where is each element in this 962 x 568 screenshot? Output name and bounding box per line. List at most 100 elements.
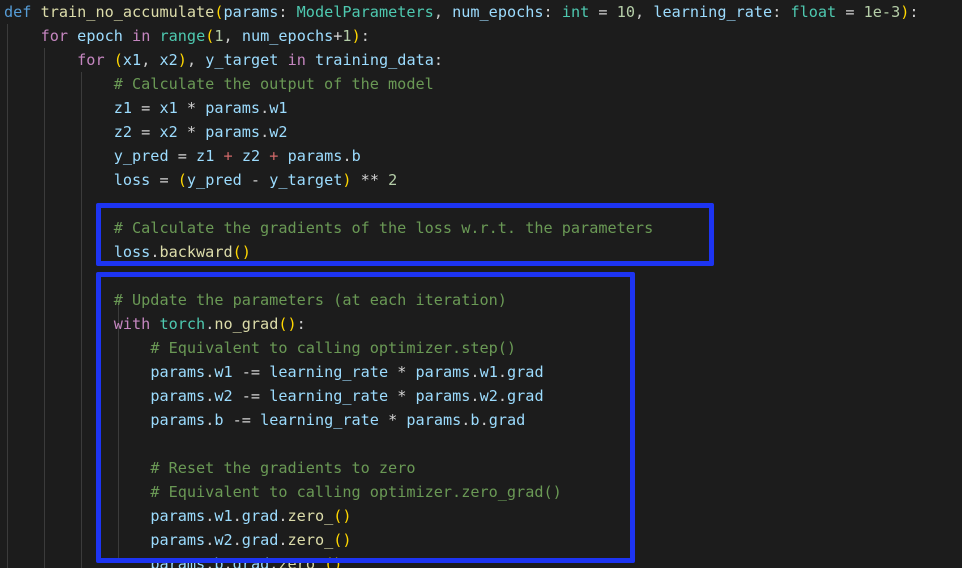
code-line: # Update the parameters (at each iterati… [0,288,962,312]
code-line: # Equivalent to calling optimizer.zero_g… [0,480,962,504]
code-token: * [388,363,416,381]
code-token: () [333,507,352,525]
code-token: b [214,411,224,429]
code-token: learning_rate [260,411,379,429]
code-line: # Equivalent to calling optimizer.step() [0,336,962,360]
code-block[interactable]: def train_no_accumulate (params: ModelPar… [0,0,962,568]
code-token: * [388,387,416,405]
code-token: params [205,99,261,117]
code-token: . [470,363,480,381]
code-token: x2 [159,123,178,141]
code-token: . [205,507,215,525]
code-token: ) [351,27,361,45]
code-token: ModelParameters [296,3,434,21]
code-token: * [177,123,206,141]
code-token: 1 [342,27,352,45]
code-token: . [260,99,270,117]
code-token: . [470,387,480,405]
code-line: with torch.no_grad(): [0,312,962,336]
code-token: params [415,363,471,381]
code-token: -= [232,387,270,405]
code-token: params [150,555,206,568]
code-token: learning_rate [269,363,389,381]
code-token: 10 [616,3,636,21]
code-token: w2 [479,387,498,405]
code-token: grad [507,387,544,405]
code-token: w2 [214,387,233,405]
code-token: : [278,3,297,21]
code-token: params [150,411,206,429]
code-editor-screenshot: def train_no_accumulate (params: ModelPar… [0,0,962,568]
code-token: . [278,531,288,549]
code-token: * [177,99,206,117]
code-token: . [342,147,352,165]
code-token: ) [342,171,352,189]
code-token: in [132,27,151,45]
code-token: # Update the parameters (at each iterati… [113,291,507,309]
code-token: , [433,3,453,21]
code-token: params [205,123,261,141]
code-token: torch [159,315,206,333]
code-token: ( [205,27,215,45]
code-token: -= [232,363,270,381]
code-token: = [589,3,617,21]
code-token: : [360,27,370,45]
code-token: for [40,27,69,45]
code-token: w1 [214,363,233,381]
code-token: # Calculate the gradients of the loss w.… [113,219,654,237]
code-token: . [205,531,215,549]
code-line: # Calculate the gradients of the loss w.… [0,216,962,240]
code-token: . [232,507,242,525]
code-token: ) [900,3,910,21]
code-token: # Calculate the output of the model [113,75,434,93]
code-token: w1 [269,99,288,117]
code-token: , [141,51,160,69]
code-token: ** [351,171,389,189]
code-line: loss = (y_pred - y_target) ** 2 [0,168,962,192]
code-line: loss.backward() [0,240,962,264]
code-token: . [260,123,270,141]
code-line: params.w2 -= learning_rate * params.w2.g… [0,384,962,408]
code-token: grad [241,507,279,525]
code-token: ( [113,51,123,69]
code-line: params.w1.grad.zero_() [0,504,962,528]
code-token: # Equivalent to calling optimizer.step() [150,339,517,357]
code-token: = [150,171,178,189]
code-token: params [223,3,279,21]
code-token: : [296,315,306,333]
code-token: z1 [113,99,133,117]
code-token: epoch [77,27,123,45]
code-token: params [406,411,462,429]
code-token: b [351,147,361,165]
code-token: grad [241,531,279,549]
code-token: zero_ [287,507,334,525]
code-token: . [479,411,489,429]
code-token: x1 [122,51,142,69]
code-line: def train_no_accumulate(params: ModelPar… [0,0,962,24]
code-token: params [415,387,471,405]
code-token: - [241,171,270,189]
code-token: () [333,531,352,549]
code-token: * [378,411,407,429]
code-token: zero_ [287,531,334,549]
code-token: : [543,3,562,21]
code-token: y_target [269,171,343,189]
code-token: in [287,51,306,69]
code-token: for [77,51,105,69]
code-token: y_pred [186,171,242,189]
